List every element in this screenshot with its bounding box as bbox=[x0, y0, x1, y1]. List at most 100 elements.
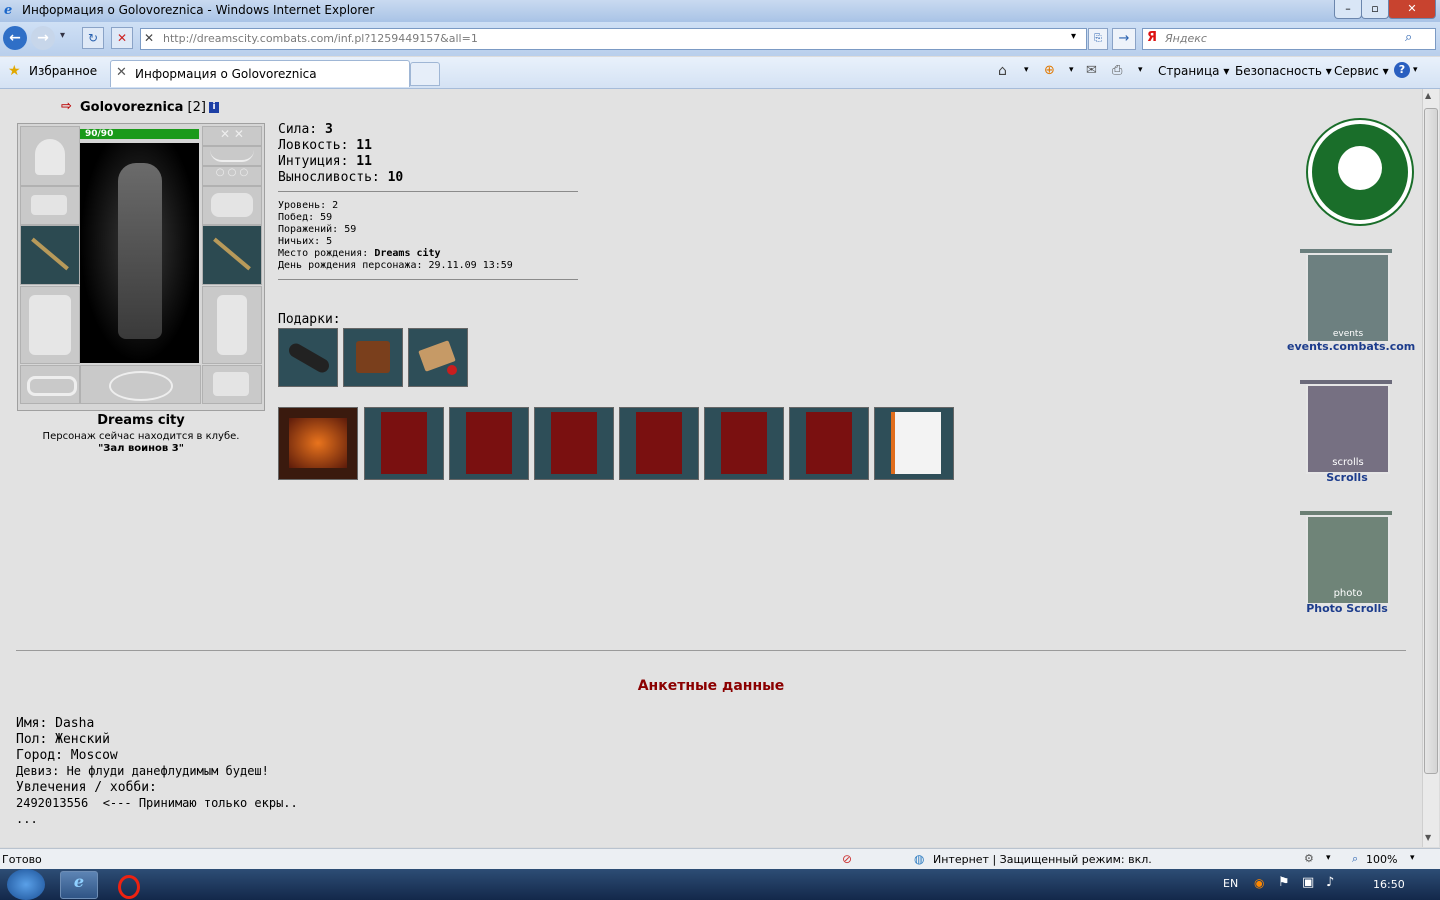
photo-scrolls-link[interactable]: Photo Scrolls bbox=[1287, 602, 1407, 615]
start-button[interactable] bbox=[7, 869, 45, 900]
print-icon[interactable]: ⎙ bbox=[1112, 63, 1122, 78]
zoom-level[interactable]: 100% bbox=[1366, 853, 1397, 866]
stat-strength-label: Сила: bbox=[278, 122, 318, 137]
language-indicator[interactable]: EN bbox=[1223, 877, 1238, 890]
status-text: Готово bbox=[2, 853, 42, 866]
network-icon[interactable]: ▣ bbox=[1302, 875, 1314, 890]
protected-mode-icon[interactable]: ⚙ bbox=[1304, 852, 1314, 865]
rss-icon[interactable]: ⊕ bbox=[1044, 63, 1055, 78]
weapon-right-slot[interactable] bbox=[202, 225, 262, 285]
card-item-2[interactable] bbox=[364, 407, 444, 480]
club-logo[interactable] bbox=[1308, 120, 1412, 224]
bracer-slot[interactable] bbox=[20, 186, 80, 225]
scroll-down-icon[interactable]: ▼ bbox=[1425, 833, 1431, 842]
helmet-slot[interactable] bbox=[20, 126, 80, 186]
print-dropdown-icon[interactable]: ▾ bbox=[1138, 65, 1143, 75]
tab-current[interactable]: ✕ Информация о Golovoreznica bbox=[110, 60, 410, 87]
card-item-5[interactable] bbox=[619, 407, 699, 480]
gift-item-3[interactable] bbox=[408, 328, 468, 387]
rss-dropdown-icon[interactable]: ▾ bbox=[1069, 65, 1074, 75]
help-icon[interactable]: ? bbox=[1394, 62, 1410, 78]
scroll-up-icon[interactable]: ▲ bbox=[1425, 91, 1431, 100]
history-dropdown-icon[interactable]: ▾ bbox=[60, 30, 65, 41]
security-zone[interactable]: Интернет | Защищенный режим: вкл. bbox=[933, 853, 1152, 866]
go-button[interactable]: → bbox=[1112, 28, 1136, 50]
tray-app-icon[interactable]: ◉ bbox=[1254, 876, 1264, 890]
action-center-flag-icon[interactable]: ⚑ bbox=[1278, 875, 1290, 890]
card-item-6[interactable] bbox=[704, 407, 784, 480]
opera-taskbar-icon[interactable] bbox=[118, 875, 140, 899]
arrow-icon[interactable]: ⇨ bbox=[61, 99, 72, 114]
card-item-7[interactable] bbox=[789, 407, 869, 480]
gift-item-1[interactable] bbox=[278, 328, 338, 387]
events-banner[interactable]: events bbox=[1298, 245, 1394, 343]
gift-item-2[interactable] bbox=[343, 328, 403, 387]
scrolls-banner[interactable]: scrolls bbox=[1298, 376, 1394, 474]
photo-scrolls-banner[interactable]: photo bbox=[1298, 507, 1394, 605]
stat-endurance-label: Выносливость: bbox=[278, 170, 380, 185]
bomb-icon bbox=[286, 340, 332, 376]
home-icon[interactable]: ⌂ bbox=[998, 63, 1007, 79]
mail-icon[interactable]: ✉ bbox=[1086, 63, 1097, 78]
rings-slot[interactable]: ○ ○ ○ bbox=[202, 166, 262, 186]
minimize-button[interactable]: – bbox=[1334, 0, 1362, 19]
ie-taskbar-icon[interactable]: e bbox=[60, 871, 98, 899]
clock[interactable]: 16:50 bbox=[1373, 878, 1405, 891]
search-input[interactable]: Яндекс bbox=[1165, 32, 1207, 45]
menu-page[interactable]: Страница ▾ bbox=[1158, 64, 1229, 78]
necklace-slot[interactable] bbox=[202, 146, 262, 166]
card-item-4[interactable] bbox=[534, 407, 614, 480]
protected-dropdown-icon[interactable]: ▾ bbox=[1326, 853, 1331, 863]
profile-motto: Девиз: Не флуди данефлудимым будеш! bbox=[16, 764, 269, 778]
card-icon bbox=[721, 412, 767, 474]
section-divider bbox=[16, 650, 1406, 651]
menu-tools[interactable]: Сервис ▾ bbox=[1334, 64, 1389, 78]
ring-slot[interactable] bbox=[80, 365, 201, 404]
scrolls-link[interactable]: Scrolls bbox=[1287, 471, 1407, 484]
legs-slot[interactable] bbox=[202, 286, 262, 364]
search-icon[interactable]: ⌕ bbox=[1405, 30, 1412, 45]
taskbar: e EN ◉ ⚑ ▣ ♪ 16:50 bbox=[0, 869, 1440, 900]
home-dropdown-icon[interactable]: ▾ bbox=[1024, 65, 1029, 75]
new-tab-button[interactable] bbox=[410, 62, 440, 86]
page-content: ⇨ Golovoreznica [2] i 90/90 ✕ ✕ ○ ○ ○ Dr… bbox=[0, 89, 1422, 847]
favorites-button[interactable]: Избранное bbox=[29, 64, 97, 78]
popup-blocker-icon[interactable]: ⊘ bbox=[842, 852, 852, 866]
armor-slot[interactable] bbox=[20, 286, 80, 364]
forward-button[interactable]: → bbox=[31, 26, 55, 50]
weapon-left-slot[interactable] bbox=[20, 225, 80, 285]
refresh-icon[interactable]: ↻ bbox=[82, 27, 104, 49]
back-button[interactable]: ← bbox=[3, 26, 27, 50]
maximize-button[interactable]: ▫ bbox=[1361, 0, 1389, 19]
stop-icon[interactable]: ✕ bbox=[111, 27, 133, 49]
address-input[interactable]: http://dreamscity.combats.com/inf.pl?125… bbox=[163, 32, 478, 45]
character-portrait bbox=[80, 143, 199, 363]
menu-security[interactable]: Безопасность ▾ bbox=[1235, 64, 1332, 78]
card-item-8[interactable] bbox=[874, 407, 954, 480]
necklace-icon bbox=[210, 150, 254, 162]
star-icon: ★ bbox=[8, 63, 21, 79]
earring-slot[interactable]: ✕ ✕ bbox=[202, 126, 262, 146]
search-box[interactable]: Я Яндекс ⌕ bbox=[1142, 28, 1436, 50]
zoom-dropdown-icon[interactable]: ▾ bbox=[1410, 853, 1415, 863]
card-item-3[interactable] bbox=[449, 407, 529, 480]
close-window-button[interactable]: ✕ bbox=[1388, 0, 1436, 19]
scrollbar-thumb[interactable] bbox=[1424, 108, 1438, 774]
card-item-1[interactable] bbox=[278, 407, 358, 480]
info-icon[interactable]: i bbox=[209, 102, 219, 113]
address-dropdown-icon[interactable]: ▾ bbox=[1071, 31, 1076, 42]
gloves-slot[interactable] bbox=[202, 186, 262, 225]
info-draws: Ничьих: 5 bbox=[278, 236, 333, 247]
compat-view-icon[interactable]: ⎘ bbox=[1088, 28, 1108, 50]
divider bbox=[278, 191, 578, 192]
zoom-icon[interactable]: ⌕ bbox=[1352, 852, 1358, 866]
boots-icon bbox=[213, 372, 249, 396]
stat-intuition-label: Интуиция: bbox=[278, 154, 349, 169]
boots-slot[interactable] bbox=[202, 365, 262, 404]
help-dropdown-icon[interactable]: ▾ bbox=[1413, 65, 1418, 75]
scrolls-caption: scrolls bbox=[1332, 457, 1364, 468]
volume-icon[interactable]: ♪ bbox=[1326, 875, 1334, 890]
events-link[interactable]: events.combats.com bbox=[1287, 340, 1415, 353]
belt-slot[interactable] bbox=[20, 365, 80, 404]
address-bar[interactable]: ✕ http://dreamscity.combats.com/inf.pl?1… bbox=[140, 28, 1087, 50]
